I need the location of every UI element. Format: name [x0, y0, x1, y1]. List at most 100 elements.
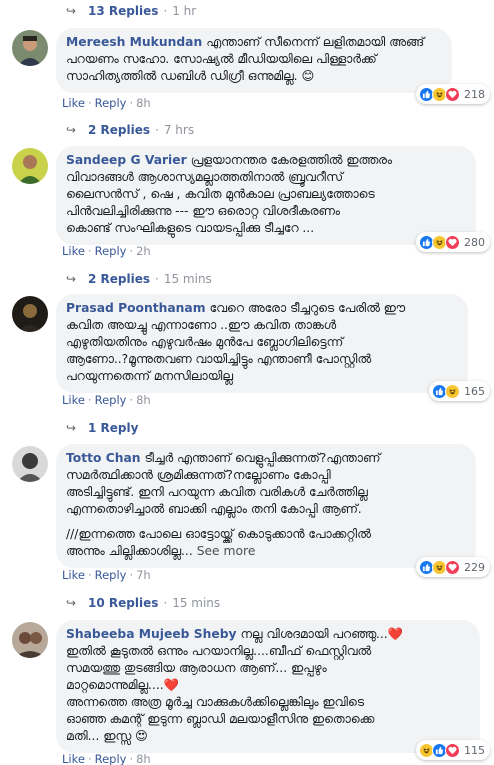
reply-arrow-icon: ↪: [66, 421, 77, 435]
replies-count: 1 Reply: [88, 421, 139, 435]
love-reaction-icon: [445, 742, 460, 758]
comment-text-line: പറയുന്നതെന്ന് മനസിലായില്ല: [66, 369, 233, 383]
reaction-count: 229: [464, 560, 485, 574]
comment-text-line: അടിച്ചിട്ടുണ്ട്. ഇനി പറയുന്ന കവിത വരികൾ …: [66, 485, 368, 499]
comment-text-line: പറയണം സഹോ. സോഷ്യൽ മീഡിയയിലെ പിള്ളാർക്ക്: [66, 52, 377, 66]
love-reaction-icon: [445, 559, 460, 575]
reaction-count: 165: [464, 384, 485, 398]
comment-text-line: പ്രളയാനന്തര കേരളത്തിൽ ഇത്തരം: [190, 153, 393, 167]
reply-link[interactable]: Reply: [95, 96, 127, 110]
reply-arrow-icon: ↪: [66, 272, 77, 286]
comment-text-line: എന്താണ് സീനെന്ന് ലളിതമായി അങ്ങ്: [206, 35, 425, 49]
view-replies-link[interactable]: ↪ 10 Replies · 15 mins: [66, 596, 220, 610]
comment-text-line: വിവാദങ്ങൾ ആശാസ്യമല്ലാത്തതിനാൽ ബ്രൂവറീസ്: [66, 170, 343, 184]
reaction-count: 115: [464, 743, 485, 757]
comment-text-line: വേറെ അരോ ടീച്ചറുടെ പേരിൽ ഈ: [209, 301, 405, 315]
avatar[interactable]: [12, 148, 48, 184]
comment-bubble: Shabeeba Mujeeb Sheby നല്ല വിശദമായി പറഞ്ഞ…: [56, 620, 480, 753]
comment-actions: Like · Reply · 8h: [62, 752, 151, 765]
comment: Sandeep G Varier പ്രളയാനന്തര കേരളത്തിൽ ഇത…: [12, 146, 490, 261]
avatar[interactable]: [12, 622, 48, 658]
author-name[interactable]: Shabeeba Mujeeb Sheby: [66, 627, 237, 641]
comment-actions: Like · Reply · 7h: [62, 568, 151, 582]
comment-time[interactable]: 8h: [136, 96, 151, 110]
like-link[interactable]: Like: [62, 393, 85, 407]
separator-dot: ·: [163, 596, 168, 610]
haha-reaction-icon: [445, 383, 460, 399]
comment-text-line: കവിത അയച്ചു എന്നാണോ ..ഈ കവിത താങ്കൾ: [66, 318, 336, 332]
comment-text-line: പിൻവലിച്ചിരിക്കുന്നു --- ഈ ഒരൊറ്റ വിശദീക…: [66, 204, 340, 218]
comment-actions: Like · Reply · 8h: [62, 96, 151, 110]
author-name[interactable]: Prasad Poonthanam: [66, 301, 206, 315]
reply-arrow-icon: ↪: [66, 4, 77, 18]
comment: Mereesh Mukundan എന്താണ് സീനെന്ന് ലളിതമായ…: [12, 28, 490, 112]
reply-link[interactable]: Reply: [95, 568, 127, 582]
comment-text-line: സാഹിത്യത്തിൽ ഡബിൾ ഡിഗ്രീ ഒന്നുമില്ല. 😊: [66, 69, 315, 83]
comment-text-line: എഴുതിയതിനും എഴുവർഷം മുൻപേ ബ്ലോഗിലിട്ടെന്…: [66, 335, 344, 349]
reaction-count: 280: [464, 235, 485, 249]
comment-time[interactable]: 8h: [136, 752, 151, 765]
separator-dot: ·: [87, 96, 92, 110]
reactions-summary[interactable]: 165: [429, 381, 490, 401]
separator-dot: ·: [87, 752, 92, 765]
author-name[interactable]: Mereesh Mukundan: [66, 35, 202, 49]
comment-time[interactable]: 8h: [136, 393, 151, 407]
avatar[interactable]: [12, 30, 48, 66]
view-replies-link[interactable]: ↪ 13 Replies · 1 hr: [66, 4, 196, 18]
separator-dot: ·: [155, 272, 159, 286]
reply-link[interactable]: Reply: [95, 393, 127, 407]
replies-count: 10 Replies: [88, 596, 159, 610]
like-link[interactable]: Like: [62, 752, 85, 765]
love-reaction-icon: [445, 86, 460, 102]
separator-dot: ·: [87, 393, 92, 407]
comment-actions: Like · Reply · 2h: [62, 244, 151, 258]
comment-text-line: ///ഇന്നത്തെ പോലെ ഓട്ടോയ്ക്ക് കൊടുക്കാൻ പ…: [66, 527, 371, 541]
replies-time: 7 hrs: [163, 123, 195, 137]
comment-text-line: മാറ്റമൊന്നുമില്ല....❤️: [66, 678, 179, 692]
author-name[interactable]: Totto Chan: [66, 451, 141, 465]
separator-dot: ·: [163, 4, 168, 18]
comment-time[interactable]: 7h: [136, 568, 151, 582]
view-replies-link[interactable]: ↪ 1 Reply: [66, 421, 138, 435]
comment-bubble: Totto Chan ടീച്ചർ എന്താണ് വെളുപ്പിക്കുന്ന…: [56, 444, 476, 568]
comment-text-line: ആണോ..?മൂന്നുതവണ വായിച്ചിട്ടും എന്താണീ പോ…: [66, 352, 372, 366]
like-link[interactable]: Like: [62, 568, 85, 582]
reactions-summary[interactable]: 280: [416, 232, 490, 252]
separator-dot: ·: [129, 568, 134, 582]
view-replies-link[interactable]: ↪ 2 Replies · 7 hrs: [66, 123, 194, 137]
like-link[interactable]: Like: [62, 96, 85, 110]
comment-text-line: കൊണ്ട് സംഘികളുടെ വായടപ്പിക്കു ടീച്ചറേ ..…: [66, 221, 315, 235]
reactions-summary[interactable]: 229: [416, 557, 490, 577]
avatar[interactable]: [12, 446, 48, 482]
view-replies-link[interactable]: ↪ 2 Replies · 15 mins: [66, 272, 212, 286]
comment-text-line: അന്നും ചില്ലിക്കാശില്ല...: [66, 544, 193, 558]
replies-count: 13 Replies: [88, 4, 159, 18]
avatar[interactable]: [12, 296, 48, 332]
replies-count: 2 Replies: [88, 272, 151, 286]
comment-text-line: നല്ല വിശദമായി പറഞ്ഞു...❤️: [240, 627, 403, 641]
comment-text-line: ഇതിൽ കൂടുതൽ ഒന്നും പറയാനില്ല....ബീഫ് ഫെസ…: [66, 644, 372, 658]
separator-dot: ·: [155, 123, 159, 137]
comment-text-line: സമർത്ഥിക്കാൻ ശ്രമിക്കുന്നത്?നല്ലോണം കോപ്…: [66, 468, 331, 482]
reactions-summary[interactable]: 218: [416, 84, 490, 104]
reply-link[interactable]: Reply: [95, 752, 127, 765]
author-name[interactable]: Sandeep G Varier: [66, 153, 187, 167]
comment-text-line: മതി... ഇസ്സ 😍: [66, 729, 148, 743]
comment-text-line: ടീച്ചർ എന്താണ് വെളുപ്പിക്കുന്നത്?എന്താണ്: [144, 451, 381, 465]
reactions-summary[interactable]: 115: [416, 740, 490, 760]
separator-dot: ·: [129, 96, 134, 110]
comment: Totto Chan ടീച്ചർ എന്താണ് വെളുപ്പിക്കുന്ന…: [12, 444, 490, 584]
reply-link[interactable]: Reply: [95, 244, 127, 258]
see-more-link[interactable]: See more: [197, 544, 256, 558]
replies-time: 1 hr: [172, 4, 197, 18]
reply-arrow-icon: ↪: [66, 596, 77, 610]
separator-dot: ·: [129, 752, 134, 765]
comment-actions: Like · Reply · 8h: [62, 393, 151, 407]
comment-text-line: സമയത്തു തുടങ്ങിയ ആരാധന ആണ്... ഇപ്പഴും: [66, 661, 327, 675]
reaction-count: 218: [464, 87, 485, 101]
like-link[interactable]: Like: [62, 244, 85, 258]
separator-dot: ·: [129, 393, 134, 407]
comment-time[interactable]: 2h: [136, 244, 151, 258]
comment-text-line: ലൈസൻസ് , ഷെ , കവിത മുൻകാല പ്രാബല്യത്തോടെ: [66, 187, 375, 201]
replies-time: 15 mins: [172, 596, 221, 610]
